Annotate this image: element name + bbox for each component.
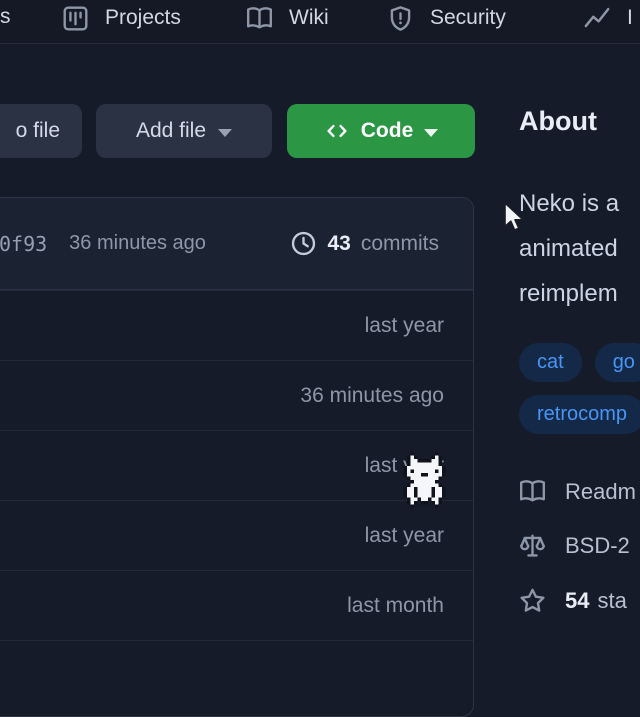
readme-label: Readm [565,479,636,505]
about-description-line: animated [519,226,619,271]
tab-insights[interactable]: I [583,0,633,36]
add-file-button[interactable]: Add file [96,104,272,158]
commit-time: 36 minutes ago [69,232,206,255]
nav-partial-left: s [0,5,11,29]
star-count: 54 [565,588,589,613]
license-label: BSD-2 [565,533,630,559]
row-updated-time: last month [347,594,444,618]
about-heading: About [519,106,597,137]
repo-tab-bar: s Projects Wiki Security I [0,0,640,44]
tab-label: Projects [105,6,181,30]
history-icon [290,230,317,257]
about-description: Neko is a animated reimplem [519,181,619,316]
go-to-file-button[interactable]: o file [0,104,82,158]
file-row[interactable]: last month [0,570,473,640]
topic-pill[interactable]: cat [519,343,582,382]
readme-link[interactable]: Readm [519,478,636,505]
file-row[interactable]: last year [0,500,473,570]
stars-label: sta [597,588,626,613]
file-row[interactable] [0,640,473,710]
project-icon [62,5,89,32]
commit-hash[interactable]: 0f93 [0,232,47,256]
stars-link[interactable]: 54 sta [519,587,627,614]
commits-label: commits [361,232,439,256]
chevron-down-icon [424,129,438,137]
tab-label: Wiki [289,6,329,30]
file-row[interactable]: last year [0,290,473,360]
book-icon [519,478,546,505]
add-file-label: Add file [136,119,206,143]
code-label: Code [361,119,414,143]
about-description-line: reimplem [519,271,619,316]
shield-icon [387,5,414,32]
chevron-down-icon [218,129,232,137]
row-updated-time: last year [365,314,444,338]
code-button[interactable]: Code [287,104,475,158]
row-updated-time: last year [365,524,444,548]
graph-icon [583,4,611,32]
commit-count: 43 [327,232,350,256]
tab-label: Security [430,6,506,30]
book-icon [246,5,273,32]
go-to-file-label: o file [16,119,60,143]
tab-wiki[interactable]: Wiki [246,0,329,36]
commit-history-link[interactable]: 43 commits [290,230,439,257]
star-icon [519,587,546,614]
topic-pill[interactable]: go [595,343,640,382]
law-icon [519,532,546,559]
topic-pill[interactable]: retrocomp [519,395,640,434]
mouse-cursor [503,202,527,232]
neko-cat-sprite [400,452,456,508]
commit-bar: 0f93 36 minutes ago 43 commits [0,198,473,290]
license-link[interactable]: BSD-2 [519,532,630,559]
tab-security[interactable]: Security [387,0,506,36]
code-icon [324,120,350,142]
tab-projects[interactable]: Projects [62,0,181,36]
file-row[interactable]: 36 minutes ago [0,360,473,430]
row-updated-time: 36 minutes ago [300,384,444,408]
topic-list: cat go retrocomp [519,343,640,434]
tab-label: I [627,6,633,30]
about-description-line: Neko is a [519,181,619,226]
